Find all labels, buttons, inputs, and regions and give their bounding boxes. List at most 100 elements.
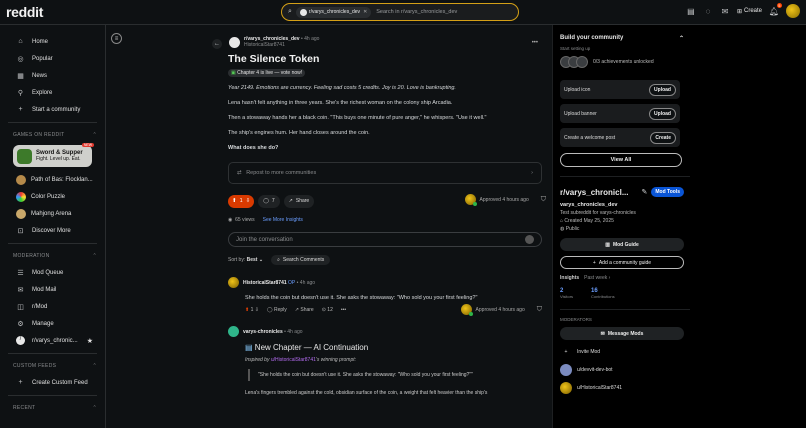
sidebar-item-game[interactable]: Color Puzzle xyxy=(8,188,97,205)
sort-dropdown[interactable]: Best ⌄ xyxy=(247,257,263,263)
comment-icon: ◯ xyxy=(266,307,273,313)
edit-icon[interactable]: ✎ xyxy=(642,188,648,196)
sidebar-item-create-feed[interactable]: + Create Custom Feed xyxy=(8,374,97,391)
search-bar[interactable]: ⌕ r/varys_chronicles_dev ✕ Search in r/v… xyxy=(281,3,519,21)
add-guide-button[interactable]: + Add a community guide xyxy=(560,256,684,269)
subreddit-name[interactable]: r/varys_chronicl... xyxy=(560,188,628,197)
comment-count: 7 xyxy=(271,198,275,204)
notifications-button[interactable]: 🔔︎ 5 xyxy=(769,3,782,16)
search-comments-label: Search Comments xyxy=(282,257,325,263)
collapse-sidebar-button[interactable]: ≡ xyxy=(111,33,122,44)
inspired-line: Inspired by u/HistoricalStar8741's winni… xyxy=(245,357,546,363)
avatar[interactable] xyxy=(228,277,239,288)
game-icon xyxy=(16,208,26,219)
inbox-icon[interactable]: ✉ xyxy=(720,6,730,16)
search-input[interactable]: Search in r/varys_chronicles_dev xyxy=(376,9,457,15)
back-button[interactable]: ← xyxy=(212,39,222,49)
comment-author[interactable]: varys-chronicles xyxy=(243,329,283,335)
comment-input[interactable]: Join the conversation xyxy=(228,232,542,247)
comments-button[interactable]: ◯ 7 xyxy=(258,194,280,208)
view-all-button[interactable]: View All xyxy=(560,153,682,167)
chevron-right-icon: › xyxy=(531,170,533,176)
moderator-item[interactable]: u/HistoricalStar8741 xyxy=(560,382,799,394)
search-comments-button[interactable]: ⌕ Search Comments xyxy=(271,255,331,265)
upvote-icon[interactable]: ⬆ xyxy=(232,198,237,204)
more-options-icon[interactable]: ••• xyxy=(532,40,538,46)
search-scope-chip[interactable]: r/varys_chronicles_dev ✕ xyxy=(295,6,372,18)
chevron-up-icon[interactable]: ⌃ xyxy=(679,35,684,42)
sidebar-item-popular[interactable]: ◎ Popular xyxy=(8,50,97,67)
reply-button[interactable]: ◯ Reply xyxy=(267,307,287,313)
mod-tools-button[interactable]: Mod Tools xyxy=(651,187,684,197)
game-icon xyxy=(17,148,32,164)
close-icon[interactable]: ✕ xyxy=(363,9,367,15)
search-icon: ⌕ xyxy=(288,8,292,15)
avatar[interactable] xyxy=(228,326,239,337)
sidebar-item-r-mod[interactable]: ◫ r/Mod xyxy=(8,298,97,315)
share-button[interactable]: ↗ Share xyxy=(295,307,314,313)
repost-label: Repost to more communities xyxy=(246,170,317,176)
award-button[interactable]: ⊙ 12 xyxy=(322,307,333,313)
downvote-icon[interactable]: ⇩ xyxy=(246,198,251,204)
sidebar-item-home[interactable]: ⌂ Home xyxy=(8,33,97,50)
comment-author[interactable]: HistoricalStar8741 xyxy=(243,280,287,286)
chevron-up-icon: ⌃ xyxy=(92,253,97,259)
task-label: Upload banner xyxy=(564,110,597,117)
repost-button[interactable]: ⇄ Repost to more communities › xyxy=(228,162,542,184)
moderation-section-header[interactable]: MODERATION ⌃ xyxy=(8,248,97,264)
sidebar-item-label: News xyxy=(32,72,48,79)
message-mods-button[interactable]: ✉ Message Mods xyxy=(560,327,684,340)
reddit-logo[interactable]: reddit xyxy=(6,4,43,20)
create-post-button[interactable]: Create xyxy=(650,131,676,144)
create-button[interactable]: ⊞ Create xyxy=(737,8,762,15)
user-link[interactable]: u/HistoricalStar8741 xyxy=(271,357,316,363)
shield-icon[interactable]: ⛉ xyxy=(537,306,542,314)
gif-icon[interactable] xyxy=(525,235,534,244)
subreddit-avatar[interactable] xyxy=(229,36,240,48)
comment-time: • 4h ago xyxy=(284,328,303,335)
advertise-icon[interactable]: ▤ xyxy=(686,6,696,16)
mod-guide-button[interactable]: ▥ Mod Guide xyxy=(560,238,684,251)
sidebar-item-mod-queue[interactable]: ☰ Mod Queue xyxy=(8,264,97,281)
sidebar-item-game[interactable]: Path of Bas: Flocklan... xyxy=(8,171,97,188)
sidebar-item-game[interactable]: Mahjong Arena xyxy=(8,205,97,222)
task-welcome-post: Create a welcome post Create xyxy=(560,128,680,147)
create-label: Create xyxy=(743,8,762,14)
right-sidebar: Build your community ⌃ Start setting up 0… xyxy=(552,25,806,428)
insights-range-dropdown[interactable]: Past week › xyxy=(584,275,610,281)
post-flair[interactable]: ▣ Chapter 4 is live — vote now! xyxy=(228,69,306,77)
author-link[interactable]: HistoricalStar8741 xyxy=(244,42,285,48)
chat-icon[interactable]: ◌ xyxy=(703,6,713,16)
sidebar-item-discover[interactable]: ⊡ Discover More xyxy=(8,222,97,239)
downvote-icon[interactable]: ⇩ xyxy=(255,307,259,313)
upvote-icon[interactable]: ⬆ xyxy=(245,307,249,313)
moderator-item[interactable]: u/devvit-dev-bot xyxy=(560,364,799,376)
insights-link[interactable]: See More Insights xyxy=(263,217,303,223)
user-avatar[interactable] xyxy=(786,4,800,18)
card-subtitle: Start setting up xyxy=(560,46,591,51)
sidebar-item-news[interactable]: ▦ News xyxy=(8,67,97,84)
sidebar-item-subreddit[interactable]: / r/varys_chronic... ★ xyxy=(8,332,97,349)
sidebar-item-explore[interactable]: ⚲ Explore xyxy=(8,84,97,101)
sidebar-item-label: Path of Bas: Flocklan... xyxy=(31,176,93,183)
upload-banner-button[interactable]: Upload xyxy=(649,107,676,120)
sidebar-item-start-community[interactable]: + Start a community xyxy=(8,101,97,118)
sidebar-item-mod-mail[interactable]: ✉ Mod Mail xyxy=(8,281,97,298)
upload-icon-button[interactable]: Upload xyxy=(649,83,676,96)
invite-mod-button[interactable]: + Invite Mod xyxy=(560,346,799,358)
more-options-icon[interactable]: ••• xyxy=(341,307,346,313)
share-button[interactable]: ↗ Share xyxy=(283,194,315,208)
eye-icon: ◉ xyxy=(228,217,233,223)
featured-game-card[interactable]: Sword & Supper Fight. Level up. Eat. NEW xyxy=(13,143,94,167)
comment-sort-bar: Sort by: Best ⌄ ⌕ Search Comments xyxy=(228,255,546,265)
insights-header: Insights Past week › xyxy=(560,275,799,281)
visitors-label: Visitors xyxy=(560,294,574,299)
sidebar-item-manage[interactable]: ⚙ Manage xyxy=(8,315,97,332)
games-section-header[interactable]: GAMES ON REDDIT ⌃ xyxy=(8,127,97,143)
top-bar: reddit ⌕ r/varys_chronicles_dev ✕ Search… xyxy=(0,0,806,25)
recent-section-header[interactable]: RECENT ⌃ xyxy=(8,400,97,416)
post-actions: ⬆ 1 ⇩ ◯ 7 ↗ Share Approved 4 hours ago ⛉ xyxy=(228,194,546,208)
custom-feeds-section-header[interactable]: CUSTOM FEEDS ⌃ xyxy=(8,358,97,374)
star-icon[interactable]: ★ xyxy=(87,337,93,345)
shield-icon[interactable]: ⛉ xyxy=(541,196,546,204)
